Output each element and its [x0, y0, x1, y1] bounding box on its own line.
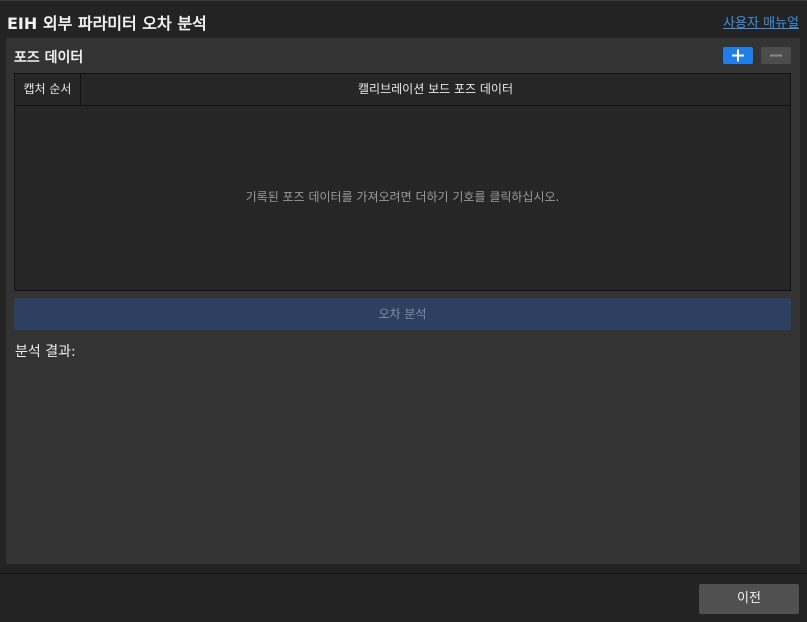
remove-pose-button[interactable] [761, 47, 791, 64]
table-header: 캡처 순서 캘리브레이션 보드 포즈 데이터 [15, 74, 790, 106]
window-header: EIH 외부 파라미터 오차 분석 사용자 매뉴얼 [0, 0, 807, 38]
content-panel: 포즈 데이터 캡처 순서 캘리브레이션 보드 포즈 데이터 기록된 포즈 데이터… [6, 38, 800, 564]
error-analysis-button[interactable]: 오차 분석 [14, 298, 791, 330]
user-manual-link[interactable]: 사용자 매뉴얼 [723, 12, 799, 31]
minus-icon [770, 54, 782, 57]
footer-bar: 이전 [0, 573, 807, 622]
column-board-pose-data[interactable]: 캘리브레이션 보드 포즈 데이터 [81, 74, 790, 105]
page-title: EIH 외부 파라미터 오차 분석 [7, 14, 207, 33]
column-capture-order[interactable]: 캡처 순서 [15, 74, 81, 105]
pose-data-section-title: 포즈 데이터 [14, 50, 84, 66]
analysis-result-label: 분석 결과: [15, 344, 76, 360]
table-empty-message: 기록된 포즈 데이터를 가져오려면 더하기 기호를 클릭하십시오. [245, 190, 560, 204]
add-pose-button[interactable] [723, 47, 753, 64]
previous-button[interactable]: 이전 [699, 584, 799, 614]
plus-icon [732, 49, 744, 62]
pose-data-table[interactable]: 캡처 순서 캘리브레이션 보드 포즈 데이터 기록된 포즈 데이터를 가져오려면… [14, 73, 791, 291]
error-analysis-window: EIH 외부 파라미터 오차 분석 사용자 매뉴얼 포즈 데이터 캡처 순서 캘… [0, 0, 807, 622]
